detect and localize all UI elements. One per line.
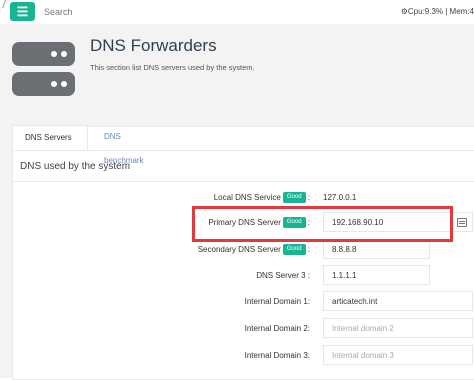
status-badge: Good — [282, 244, 306, 256]
highlight-box — [192, 206, 453, 242]
dns-server-3-input[interactable]: 1.1.1.1 — [323, 265, 430, 285]
server-icon — [12, 42, 75, 102]
page-title: DNS Forwarders — [90, 36, 217, 55]
internal-domain-3-label: Internal Domain 3: — [244, 351, 310, 360]
top-navbar: ☰ ⚙Cpu:9.3% | Mem:4 — [0, 0, 474, 24]
page-subtitle: This section list DNS servers used by th… — [90, 63, 255, 72]
internal-domain-1-row: Internal Domain 1: articatech.int — [0, 291, 474, 313]
internal-domain-3-input[interactable]: Internal domain 3 — [323, 345, 473, 365]
search-input[interactable] — [44, 5, 194, 19]
internal-domain-1-label: Internal Domain 1: — [244, 297, 310, 306]
section-divider — [12, 181, 474, 182]
tab-divider — [12, 150, 474, 151]
internal-domain-1-input[interactable]: articatech.int — [323, 291, 473, 311]
secondary-dns-row: Secondary DNS Server Good : 8.8.8.8 — [0, 239, 474, 261]
tab-dns-servers[interactable]: DNS Servers — [12, 125, 88, 151]
dns-server-3-row: DNS Server 3 : 1.1.1.1 — [0, 265, 474, 287]
internal-domain-2-input[interactable]: Internal domain 2 — [323, 318, 473, 338]
menu-toggle-button[interactable]: ☰ — [10, 2, 35, 21]
secondary-dns-input[interactable]: 8.8.8.8 — [323, 239, 430, 259]
internal-domain-2-row: Internal Domain 2: Internal domain 2 — [0, 318, 474, 340]
secondary-dns-label: Secondary DNS Server Good : — [197, 244, 310, 256]
dns-server-3-label: DNS Server 3 : — [256, 271, 310, 280]
status-badge: Good — [282, 192, 306, 204]
list-icon[interactable] — [457, 218, 467, 227]
hamburger-icon: ☰ — [16, 4, 29, 19]
section-title: DNS used by the system — [20, 161, 131, 172]
internal-domain-3-row: Internal Domain 3: Internal domain 3 — [0, 345, 474, 367]
tab-dns-benchmark[interactable]: DNS benchmark — [92, 125, 156, 165]
internal-domain-2-label: Internal Domain 2: — [244, 324, 310, 333]
system-status-text: ⚙Cpu:9.3% | Mem:4 — [400, 7, 474, 16]
